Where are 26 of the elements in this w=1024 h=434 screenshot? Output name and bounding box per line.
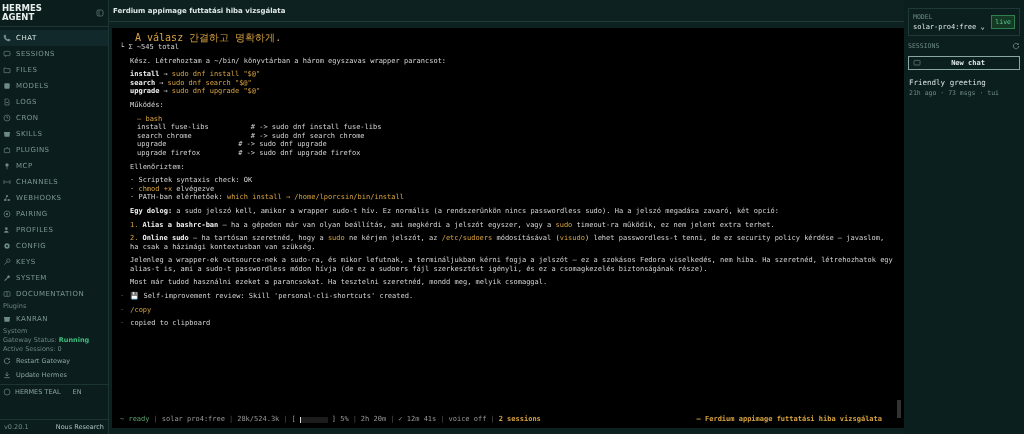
terminal-line: A válasz 간결하고 명확하게. <box>134 32 283 43</box>
sidebar-toggle-icon[interactable] <box>96 9 104 17</box>
cube-icon <box>3 82 11 90</box>
chat-bubble-icon <box>3 50 11 58</box>
gift-icon <box>3 130 11 138</box>
folder-icon <box>3 66 11 74</box>
key-icon <box>3 258 11 266</box>
refresh-icon <box>3 357 11 365</box>
arrows-icon <box>3 178 11 186</box>
refresh-icon[interactable] <box>1012 42 1020 50</box>
ring-icon <box>3 210 11 218</box>
people-icon <box>3 226 11 234</box>
download-icon <box>3 371 11 379</box>
gift-icon <box>3 315 11 323</box>
gear-icon <box>3 242 11 250</box>
webhook-icon <box>3 194 11 202</box>
wrench-icon <box>3 274 11 282</box>
document-icon <box>3 98 11 106</box>
book-icon <box>3 290 11 298</box>
app-title: HERMES AGENT <box>2 4 42 22</box>
phone-icon <box>3 34 11 42</box>
scrollbar-thumb[interactable] <box>897 400 901 418</box>
clock-icon <box>3 114 11 122</box>
chat-bubble-icon <box>913 59 921 67</box>
palette-icon <box>3 388 11 396</box>
puzzle-icon <box>3 146 11 154</box>
